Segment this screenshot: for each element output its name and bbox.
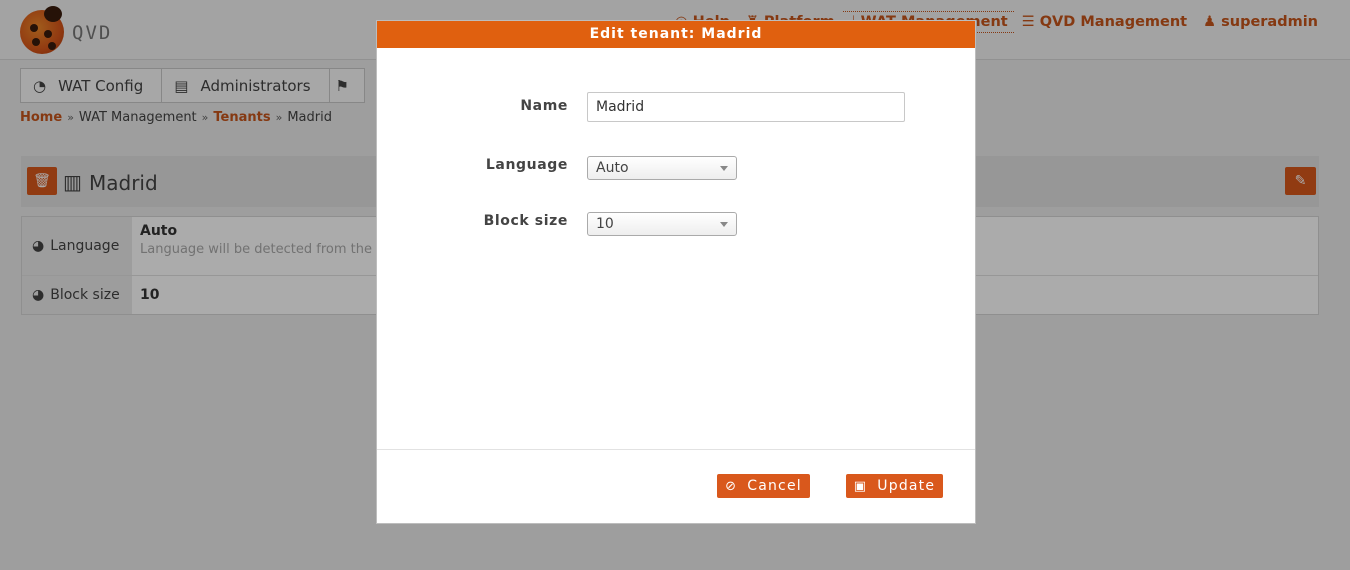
save-icon: ▣ bbox=[853, 478, 868, 494]
language-select-value: Auto bbox=[596, 160, 629, 176]
language-label: Language bbox=[485, 157, 568, 173]
name-row: Name bbox=[377, 92, 977, 122]
block-size-select[interactable]: 10 bbox=[587, 212, 737, 236]
update-button[interactable]: ▣ Update bbox=[846, 474, 943, 498]
block-size-select-value: 10 bbox=[596, 216, 614, 232]
name-input[interactable] bbox=[587, 92, 905, 122]
dialog-footer: ⊘ Cancel ▣ Update bbox=[377, 449, 975, 523]
language-select[interactable]: Auto bbox=[587, 156, 737, 180]
cancel-button-label: Cancel bbox=[747, 478, 802, 494]
block-size-row: Block size 10 bbox=[377, 212, 977, 242]
block-size-label: Block size bbox=[483, 213, 568, 229]
language-row: Language Auto bbox=[377, 156, 977, 186]
chevron-down-icon bbox=[720, 222, 728, 227]
dialog-title: Edit tenant: Madrid bbox=[377, 21, 975, 48]
update-button-label: Update bbox=[877, 478, 936, 494]
edit-tenant-dialog: Edit tenant: Madrid Name Language Auto B… bbox=[376, 20, 976, 524]
chevron-down-icon bbox=[720, 166, 728, 171]
name-label: Name bbox=[520, 98, 568, 114]
ban-icon: ⊘ bbox=[725, 478, 738, 494]
cancel-button[interactable]: ⊘ Cancel bbox=[717, 474, 810, 498]
